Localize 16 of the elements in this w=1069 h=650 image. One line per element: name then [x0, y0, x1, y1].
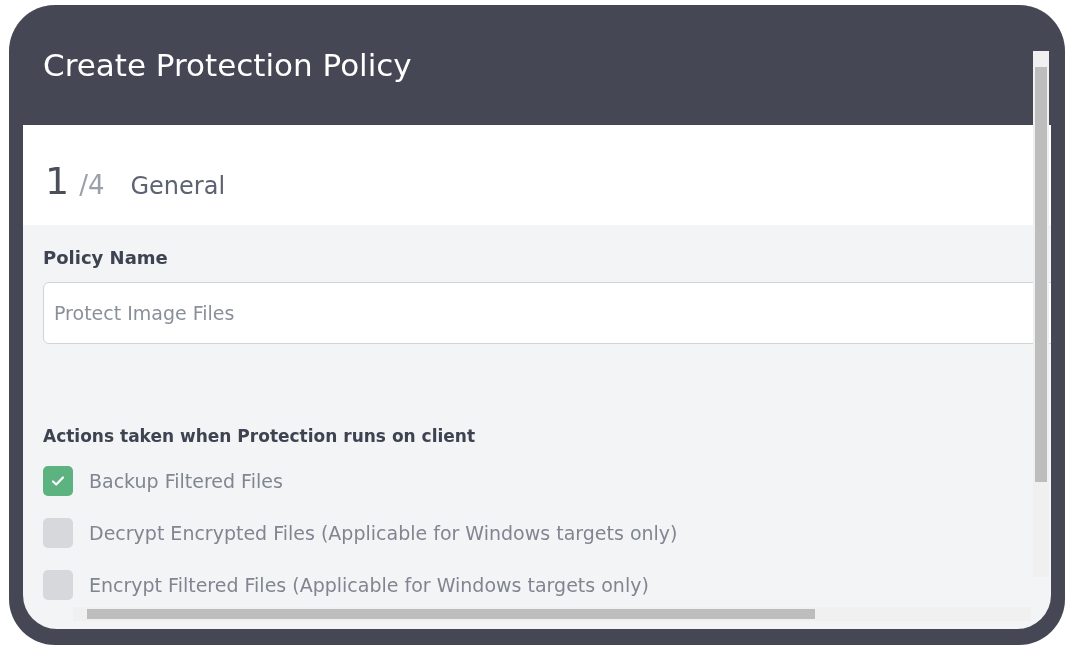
section-label: Actions taken when Protection runs on client	[43, 426, 477, 446]
checkbox-label[interactable]: Backup Filtered Files	[89, 470, 283, 492]
step-total: /4	[79, 170, 105, 200]
checkbox[interactable]	[43, 466, 73, 496]
step-number: 1	[45, 159, 70, 203]
checkbox-label[interactable]: Encrypt Filtered Files (Applicable for Windows targets only)	[89, 574, 649, 596]
policy-name-field[interactable]: Protect Image Files	[43, 282, 1051, 344]
field-label: Policy Name	[43, 247, 169, 268]
checkbox-label[interactable]: Decrypt Encrypted Files (Applicable for Windows targets only)	[89, 522, 678, 544]
horizontal-scrollbar[interactable]	[73, 607, 1031, 621]
window-title: Create Protection Policy	[43, 47, 412, 83]
checkbox[interactable]	[43, 570, 73, 600]
vertical-scrollbar[interactable]	[1033, 51, 1049, 577]
check-icon	[50, 473, 66, 489]
step-title: General	[130, 172, 226, 200]
checkbox[interactable]	[43, 518, 73, 548]
